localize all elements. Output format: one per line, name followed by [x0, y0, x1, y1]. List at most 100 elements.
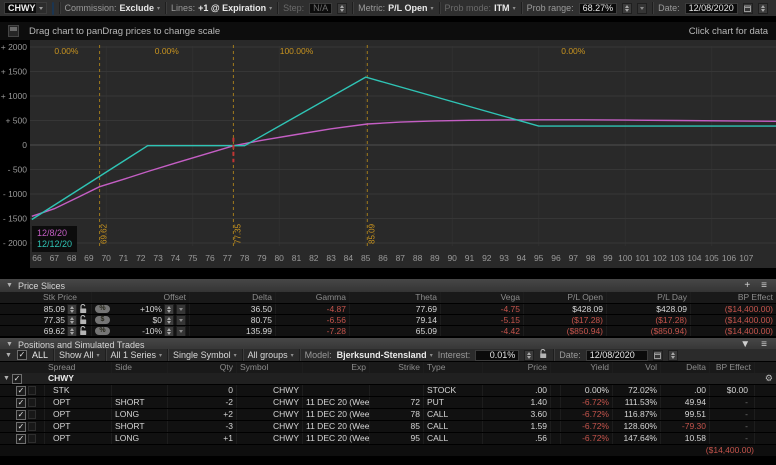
lock-icon[interactable] [79, 326, 88, 336]
column-header[interactable]: Symbol [237, 362, 303, 373]
exp-value[interactable]: 11 DEC 20 (Week... [303, 433, 370, 444]
stk-price-value[interactable]: 77.35 [3, 315, 65, 325]
price-value[interactable]: 1.40 [483, 397, 551, 408]
exp-value[interactable]: 11 DEC 20 (Week... [303, 421, 370, 432]
row-checkbox[interactable]: ✓ [16, 386, 26, 396]
type-value[interactable]: CALL [424, 409, 483, 420]
stk-price-stepper[interactable] [67, 315, 77, 325]
qty-value[interactable]: +1 [168, 433, 237, 444]
column-header[interactable]: BP Effect [710, 362, 755, 373]
price-slice-row[interactable]: 85.09 % +10% 36.50 -4.87 77.69 -4.75 $42… [0, 304, 776, 315]
column-header[interactable]: P/L Open [524, 292, 607, 303]
show-all-dropdown[interactable]: Show All ▾ [59, 350, 100, 360]
offset-value[interactable]: -10% [112, 326, 162, 336]
column-header[interactable]: Price [483, 362, 551, 373]
offset-dropdown-icon[interactable] [176, 304, 186, 314]
step-stepper[interactable] [337, 3, 347, 14]
position-row[interactable]: ✓ OPT SHORT -2 CHWY 11 DEC 20 (Week... 7… [0, 397, 776, 409]
interest-stepper[interactable] [524, 350, 534, 361]
date-stepper[interactable] [758, 3, 768, 14]
select-all-checkbox[interactable]: ✓ [17, 350, 27, 360]
position-row[interactable]: ✓ STK 0 CHWY STOCK .00 0.00% 72.02% .00 … [0, 385, 776, 397]
column-header[interactable]: P/L Day [607, 292, 691, 303]
prob-range-stepper[interactable] [622, 3, 632, 14]
symbol-filter-dropdown[interactable]: Single Symbol ▾ [173, 350, 237, 360]
calendar-icon[interactable] [743, 3, 753, 14]
position-row[interactable]: ✓ OPT LONG +2 CHWY 11 DEC 20 (Week... 78… [0, 409, 776, 421]
positions-date-stepper[interactable] [668, 350, 678, 361]
qty-value[interactable]: -2 [168, 397, 237, 408]
stk-price-stepper[interactable] [67, 326, 77, 336]
price-value[interactable]: .56 [483, 433, 551, 444]
column-header[interactable]: Gamma [276, 292, 350, 303]
offset-value[interactable]: +10% [112, 304, 162, 314]
step-input[interactable]: N/A [309, 3, 332, 14]
stk-price-stepper[interactable] [67, 304, 77, 314]
symbol-group-row[interactable]: ▼ ✓ CHWY ⚙ [0, 373, 776, 385]
price-value[interactable]: 3.60 [483, 409, 551, 420]
strike-value[interactable]: 72 [370, 397, 424, 408]
stk-price-value[interactable]: 85.09 [3, 304, 65, 314]
column-header[interactable]: Spread [45, 362, 112, 373]
exp-value[interactable]: 11 DEC 20 (Week... [303, 409, 370, 420]
column-header[interactable]: Offset [92, 292, 190, 303]
series-filter-dropdown[interactable]: All 1 Series ▾ [111, 350, 163, 360]
symbol-select[interactable]: CHWY [4, 2, 47, 14]
offset-dropdown-icon[interactable] [176, 315, 186, 325]
offset-stepper[interactable] [164, 326, 174, 336]
strike-value[interactable]: 85 [370, 421, 424, 432]
offset-dropdown-icon[interactable] [176, 326, 186, 336]
lock-icon[interactable] [79, 315, 88, 325]
offset-mode-badge[interactable]: % [95, 327, 110, 335]
price-slices-section-header[interactable]: ▼ Price Slices + ≡ [0, 279, 776, 292]
column-header[interactable]: Delta [190, 292, 276, 303]
column-header[interactable]: Side [112, 362, 168, 373]
price-value[interactable]: 1.59 [483, 421, 551, 432]
column-header[interactable]: BP Effect [691, 292, 776, 303]
row-checkbox[interactable]: ✓ [16, 410, 26, 420]
offset-stepper[interactable] [164, 315, 174, 325]
column-header[interactable]: Qty [168, 362, 237, 373]
column-header[interactable]: Yield [561, 362, 613, 373]
metric-dropdown[interactable]: Metric: P/L Open ▾ [358, 3, 433, 13]
calendar-icon[interactable] [653, 350, 663, 361]
exp-value[interactable]: 11 DEC 20 (Week... [303, 397, 370, 408]
exp-value[interactable] [303, 385, 370, 396]
group-collapse-chevron-icon[interactable]: ▼ [3, 373, 10, 384]
row-checkbox[interactable]: ✓ [16, 398, 26, 408]
prob-mode-dropdown[interactable]: Prob mode: ITM ▾ [445, 3, 516, 13]
collapse-chevron-icon[interactable]: ▼ [6, 282, 13, 289]
column-header[interactable]: Strike [370, 362, 424, 373]
qty-value[interactable]: +2 [168, 409, 237, 420]
positions-date-input[interactable]: 12/08/2020 [586, 350, 648, 361]
type-value[interactable]: CALL [424, 433, 483, 444]
offset-value[interactable]: $0 [112, 315, 162, 325]
add-price-slice-button[interactable]: + [741, 280, 753, 291]
chart-canvas[interactable]: + 2000+ 1500+ 1000+ 5000- 500- 1000- 150… [0, 40, 776, 268]
prob-range-dropdown-icon[interactable] [637, 3, 647, 14]
group-checkbox[interactable]: ✓ [12, 374, 22, 384]
group-filter-dropdown[interactable]: All groups ▾ [248, 350, 294, 360]
column-header[interactable]: Vega [441, 292, 524, 303]
column-header[interactable]: Stk Price [0, 292, 92, 303]
price-slice-row[interactable]: 77.35 $ $0 80.75 -6.56 79.14 -5.15 ($17.… [0, 315, 776, 326]
date-input[interactable]: 12/08/2020 [685, 3, 738, 14]
strike-value[interactable]: 95 [370, 433, 424, 444]
price-slice-row[interactable]: 69.62 % -10% 135.99 -7.28 65.09 -4.42 ($… [0, 326, 776, 337]
qty-value[interactable]: 0 [168, 385, 237, 396]
qty-value[interactable]: -3 [168, 421, 237, 432]
strike-value[interactable]: 78 [370, 409, 424, 420]
prob-range-input[interactable]: 68.27% [579, 3, 618, 14]
type-value[interactable]: PUT [424, 397, 483, 408]
risk-profile-chart[interactable]: + 2000+ 1500+ 1000+ 5000- 500- 1000- 150… [0, 40, 776, 268]
lines-dropdown[interactable]: Lines: +1 @ Expiration ▾ [171, 3, 272, 13]
strike-value[interactable] [370, 385, 424, 396]
column-header[interactable]: Vol [613, 362, 661, 373]
column-header[interactable]: Delta [661, 362, 710, 373]
model-dropdown[interactable]: Bjerksund-Stensland ▾ [337, 350, 433, 360]
chart-panel-icon[interactable] [8, 25, 19, 37]
position-row[interactable]: ✓ OPT LONG +1 CHWY 11 DEC 20 (Week... 95… [0, 433, 776, 445]
type-value[interactable]: STOCK [424, 385, 483, 396]
lock-icon[interactable] [79, 304, 88, 314]
column-header[interactable]: Theta [350, 292, 441, 303]
